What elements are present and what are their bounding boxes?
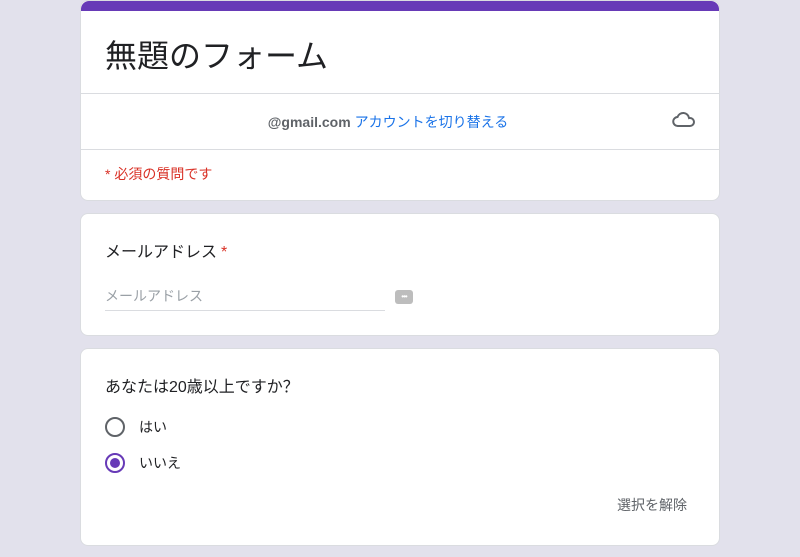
required-notice: * 必須の質問です [81,149,719,200]
cloud-save-icon [671,108,695,135]
email-question-card: メールアドレス* ••• [80,213,720,336]
clear-selection-row: 選択を解除 [105,489,695,521]
radio-label-yes: はい [139,417,167,437]
email-label-text: メールアドレス [105,244,217,261]
header-accent-bar [81,1,719,11]
radio-option-yes[interactable]: はい [105,417,695,437]
account-email: @gmail.com [268,114,351,130]
email-input-row: ••• [105,282,695,311]
required-star: * [221,244,227,261]
account-info: @gmail.com アカウントを切り替える [105,112,671,132]
autofill-icon[interactable]: ••• [395,290,413,304]
radio-label-no: いいえ [139,453,181,473]
email-question-label: メールアドレス* [105,238,695,262]
age-question-label: あなたは20歳以上ですか？ [105,373,695,397]
clear-selection-button[interactable]: 選択を解除 [609,489,695,521]
email-input[interactable] [105,282,385,311]
switch-account-link[interactable]: アカウントを切り替える [355,112,509,132]
header-card: 無題のフォーム @gmail.com アカウントを切り替える * 必須の質問です [80,0,720,201]
account-row: @gmail.com アカウントを切り替える [81,93,719,149]
form-container: 無題のフォーム @gmail.com アカウントを切り替える * 必須の質問です… [80,0,720,557]
form-title: 無題のフォーム [81,11,719,93]
radio-option-no[interactable]: いいえ [105,453,695,473]
radio-icon-selected [105,453,125,473]
age-question-card: あなたは20歳以上ですか？ はい いいえ 選択を解除 [80,348,720,546]
radio-inner-dot [110,458,120,468]
radio-icon [105,417,125,437]
